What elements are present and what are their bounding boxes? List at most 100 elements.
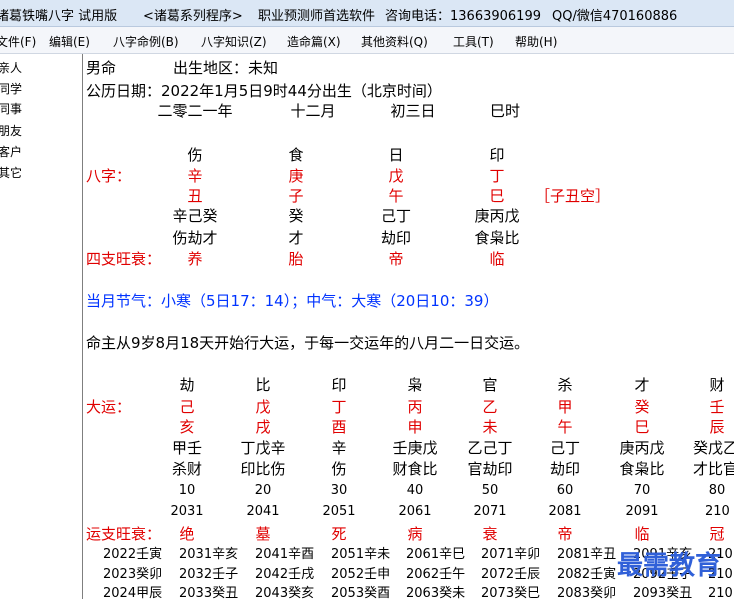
- dayun-year: 2061: [398, 504, 432, 519]
- liunian-cell: 210: [708, 586, 733, 599]
- liunian-cell: 2032壬子: [179, 567, 239, 582]
- dayun-shishen: 杀: [557, 376, 573, 394]
- sidebar-item-relatives[interactable]: 亲人: [0, 58, 22, 78]
- dayun-year: 2091: [625, 504, 659, 519]
- liunian-cell: 2072壬辰: [481, 567, 541, 582]
- bazi-hidden-shishen: 才: [288, 229, 304, 247]
- lunar-month: 十二月: [290, 102, 336, 120]
- bazi-shishen: 日: [388, 146, 404, 164]
- category-sidebar: 亲人 同学 同事 朋友 客户 其它: [0, 54, 83, 599]
- dayun-label: 大运：: [86, 398, 132, 416]
- bazi-wangshuai: 帝: [388, 250, 404, 268]
- menu-other-materials[interactable]: 其他资料(Q): [361, 33, 428, 50]
- dayun-wangshuai: 帝: [557, 525, 573, 543]
- qq-label: QQ/微信470160886: [552, 9, 678, 24]
- dayun-age: 40: [406, 483, 424, 498]
- menu-bazi-knowledge[interactable]: 八字知识(Z): [201, 33, 267, 50]
- dayun-hidden-stems: 癸戊乙: [693, 439, 734, 457]
- dayun-branch: 戌: [255, 418, 271, 436]
- bazi-hidden-stems: 癸: [288, 207, 304, 225]
- dayun-shishen: 才: [634, 376, 650, 394]
- menu-edit[interactable]: 编辑(E): [49, 33, 90, 50]
- dayun-hidden-stems: 丁戊辛: [240, 439, 286, 457]
- dayun-stem: 癸: [634, 398, 650, 416]
- bazi-wangshuai: 胎: [288, 250, 304, 268]
- bazi-branch: 午: [388, 187, 404, 205]
- liunian-cell: 2073癸巳: [481, 586, 541, 599]
- dayun-age: 80: [708, 483, 726, 498]
- sidebar-item-classmates[interactable]: 同学: [0, 79, 22, 99]
- menu-file[interactable]: 文件(F): [0, 33, 36, 50]
- series-label: <诸葛系列程序>: [143, 9, 243, 24]
- dayun-wangshuai: 绝: [179, 525, 195, 543]
- dayun-year: 2071: [473, 504, 507, 519]
- sidebar-item-clients[interactable]: 客户: [0, 142, 22, 162]
- gender-label: 男命: [86, 59, 117, 77]
- bazi-wangshuai: 养: [187, 250, 203, 268]
- lunar-year: 二零二一年: [157, 102, 233, 120]
- bazi-report: 男命 出生地区：未知 公历日期：2022年1月5日9时44分出生（北京时间） 二…: [83, 54, 734, 599]
- dayun-wangshuai-label: 运支旺衰：: [86, 525, 162, 543]
- bazi-stem: 庚: [288, 167, 304, 185]
- app-title: 诸葛铁嘴八字 试用版: [0, 9, 118, 24]
- bazi-hidden-shishen: 劫印: [380, 229, 412, 247]
- bazi-stem: 戊: [388, 167, 404, 185]
- dayun-stem: 戊: [255, 398, 271, 416]
- bazi-branch: 巳: [489, 187, 505, 205]
- dayun-branch: 申: [407, 418, 423, 436]
- watermark: 最需教育: [617, 551, 722, 581]
- liunian-cell: 2022壬寅: [103, 547, 163, 562]
- bazi-stem: 辛: [187, 167, 203, 185]
- liunian-cell: 2093癸丑: [633, 586, 693, 599]
- bazi-hidden-shishen: 伤劫才: [172, 229, 218, 247]
- dayun-year: 2051: [322, 504, 356, 519]
- bazi-label: 八字：: [86, 167, 132, 185]
- dayun-shishen: 财: [709, 376, 725, 394]
- dayun-stem: 己: [179, 398, 195, 416]
- dayun-wangshuai: 病: [407, 525, 423, 543]
- dayun-hidden-stems: 庚丙戊: [619, 439, 665, 457]
- dayun-intro: 命主从9岁8月18天开始行大运，于每一交运年的八月二一日交运。: [86, 334, 530, 352]
- bazi-hidden-stems: 己丁: [380, 207, 412, 225]
- dayun-age: 30: [330, 483, 348, 498]
- dayun-stem: 丁: [331, 398, 347, 416]
- liunian-cell: 2082壬寅: [557, 567, 617, 582]
- bazi-branch: 子: [288, 187, 304, 205]
- dayun-wangshuai: 衰: [482, 525, 498, 543]
- liunian-cell: 2042壬戌: [255, 567, 315, 582]
- dayun-hidden-shishen: 印比伤: [240, 460, 286, 478]
- dayun-hidden-stems: 己丁: [549, 439, 581, 457]
- liunian-cell: 2081辛丑: [557, 547, 617, 562]
- birthplace-label: 出生地区：未知: [173, 59, 279, 77]
- dayun-wangshuai: 临: [634, 525, 650, 543]
- bazi-hidden-stems: 庚丙戊: [474, 207, 520, 225]
- menu-zaoming[interactable]: 造命篇(X): [287, 33, 341, 50]
- liunian-cell: 2052壬申: [331, 567, 391, 582]
- dayun-hidden-shishen: 官劫印: [467, 460, 513, 478]
- sidebar-item-friends[interactable]: 朋友: [0, 121, 22, 141]
- dayun-wangshuai: 墓: [255, 525, 271, 543]
- dayun-shishen: 比: [255, 376, 271, 394]
- dayun-hidden-shishen: 杀财: [171, 460, 203, 478]
- dayun-age: 70: [633, 483, 651, 498]
- dayun-stem: 甲: [557, 398, 573, 416]
- dayun-shishen: 枭: [407, 376, 423, 394]
- dayun-stem: 丙: [407, 398, 423, 416]
- sidebar-item-colleagues[interactable]: 同事: [0, 99, 22, 119]
- liunian-cell: 2043癸亥: [255, 586, 315, 599]
- bazi-shishen: 印: [489, 146, 505, 164]
- dayun-year: 2031: [170, 504, 204, 519]
- dayun-branch: 未: [482, 418, 498, 436]
- dayun-wangshuai: 冠: [709, 525, 725, 543]
- dayun-shishen: 劫: [179, 376, 195, 394]
- phone-label: 咨询电话：13663906199: [385, 9, 541, 24]
- dayun-hidden-shishen: 伤: [331, 460, 347, 478]
- sidebar-item-others[interactable]: 其它: [0, 163, 22, 183]
- liunian-cell: 2041辛酉: [255, 547, 315, 562]
- wangshuai-label: 四支旺衰：: [86, 250, 162, 268]
- liunian-cell: 2083癸卯: [557, 586, 617, 599]
- dayun-branch: 巳: [634, 418, 650, 436]
- menu-tools[interactable]: 工具(T): [453, 33, 494, 50]
- menu-help[interactable]: 帮助(H): [515, 33, 557, 50]
- menu-bazi-cases[interactable]: 八字命例(B): [113, 33, 179, 50]
